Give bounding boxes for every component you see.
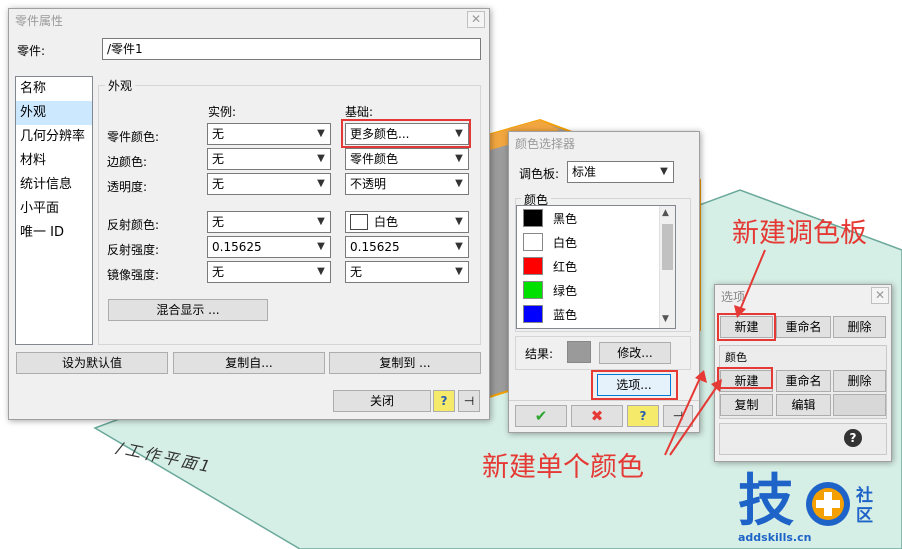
watermark-char: 技 (738, 469, 794, 534)
watermark-plus-circle (806, 482, 850, 526)
arrow-line-palette (739, 249, 766, 311)
annotation-arrows (664, 249, 766, 456)
arrow-line-new-color (669, 384, 719, 456)
watermark-community: 社区 (856, 486, 873, 526)
arrow-line-options (664, 377, 701, 456)
plus-horizontal (816, 500, 840, 508)
arrow-head-palette (734, 305, 746, 318)
watermark-url: addskills.cn (738, 531, 812, 544)
arrow-head-options (695, 370, 707, 383)
arrow-head-new-color (711, 379, 722, 392)
